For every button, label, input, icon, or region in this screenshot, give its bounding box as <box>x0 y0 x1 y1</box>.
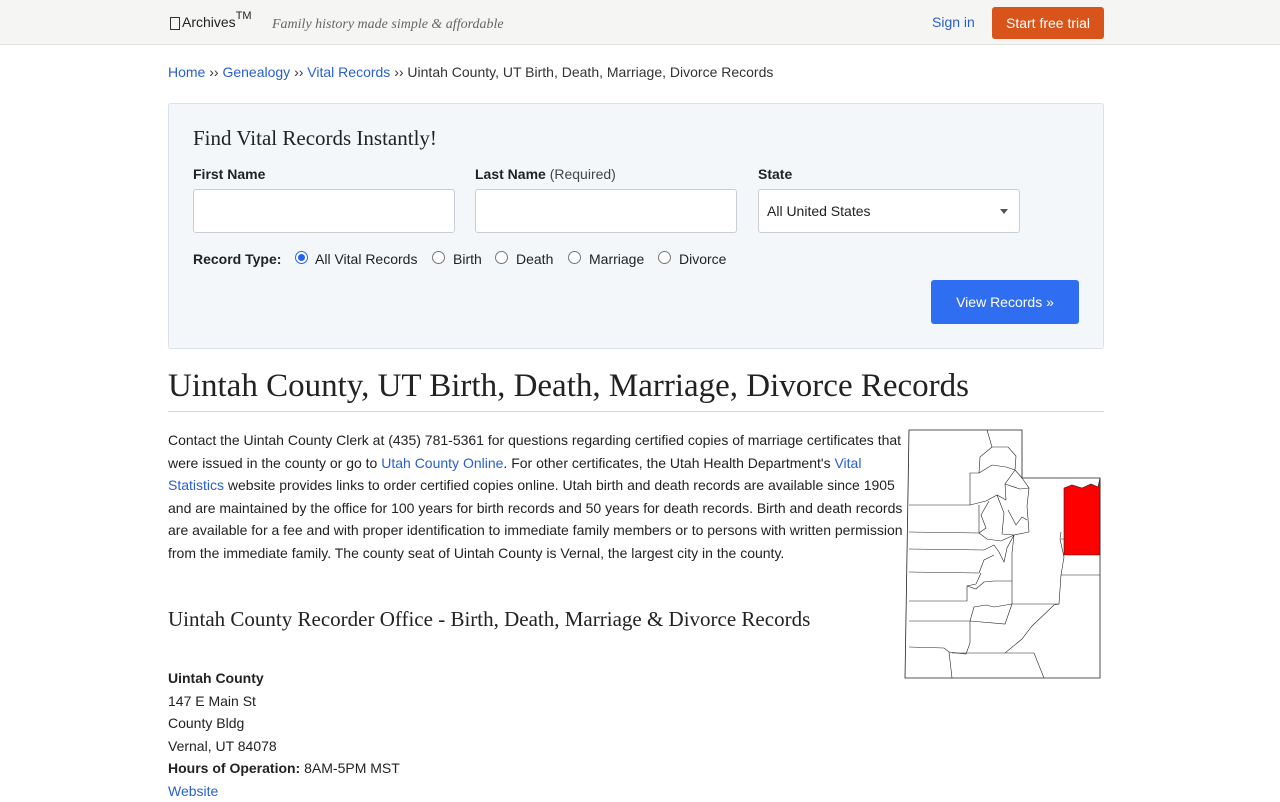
office-name: Uintah County <box>168 670 264 686</box>
office-hours: Hours of Operation: 8AM-5PM MST <box>168 757 400 780</box>
breadcrumb-separator: ›› <box>394 64 404 80</box>
hours-label: Hours of Operation: <box>168 760 301 776</box>
radio-marriage[interactable] <box>568 251 581 264</box>
logo-icon <box>170 17 180 30</box>
breadcrumb: Home ›› Genealogy ›› Vital Records ›› Ui… <box>168 64 773 80</box>
hours-value: 8AM-5PM MST <box>304 760 400 776</box>
office-address-line-2: County Bldg <box>168 715 245 731</box>
required-note: (Required) <box>549 166 616 182</box>
radio-label-all-vital-records[interactable]: All Vital Records <box>315 251 417 267</box>
site-tagline: Family history made simple & affordable <box>272 17 504 32</box>
recorder-office-heading: Uintah County Recorder Office - Birth, D… <box>168 607 811 631</box>
utah-county-map <box>904 429 1101 679</box>
view-records-button[interactable]: View Records » <box>931 280 1079 324</box>
title-divider <box>168 411 1104 412</box>
radio-death[interactable] <box>495 251 508 264</box>
logo-text: Archives <box>182 14 236 30</box>
office-address-line-1: 147 E Main St <box>168 692 256 709</box>
last-name-label: Last Name (Required) <box>475 166 616 182</box>
breadcrumb-vital-records-link[interactable]: Vital Records <box>307 64 390 80</box>
radio-label-divorce[interactable]: Divorce <box>679 251 726 267</box>
radio-label-birth[interactable]: Birth <box>453 251 482 267</box>
sign-in-link[interactable]: Sign in <box>932 14 975 30</box>
first-name-label: First Name <box>193 166 266 182</box>
breadcrumb-separator: ›› <box>294 64 304 80</box>
breadcrumb-genealogy-link[interactable]: Genealogy <box>222 64 290 80</box>
last-name-input[interactable] <box>475 189 737 233</box>
breadcrumb-home-link[interactable]: Home <box>168 64 205 80</box>
chevron-down-icon <box>1000 209 1008 214</box>
first-name-input[interactable] <box>193 189 455 233</box>
radio-divorce[interactable] <box>658 251 671 264</box>
intro-paragraph: Contact the Uintah County Clerk at (435)… <box>168 432 903 561</box>
state-select[interactable]: All United States <box>758 189 1020 233</box>
radio-label-death[interactable]: Death <box>516 251 553 267</box>
state-label: State <box>758 166 793 182</box>
uintah-county-highlight <box>1063 477 1101 556</box>
radio-all-vital-records[interactable] <box>295 251 308 264</box>
office-website-link[interactable]: Website <box>168 783 218 799</box>
office-address-block: Uintah County 147 E Main St County Bldg … <box>168 667 400 802</box>
office-city-state-zip: Vernal, UT 84078 <box>168 737 277 754</box>
state-select-value: All United States <box>767 203 871 219</box>
radio-label-marriage[interactable]: Marriage <box>589 251 644 267</box>
site-logo[interactable]: Archives TM <box>170 10 252 30</box>
vital-records-search-panel: Find Vital Records Instantly! First Name… <box>168 103 1104 349</box>
logo-trademark: TM <box>235 10 252 22</box>
record-type-label: Record Type: <box>193 251 282 267</box>
breadcrumb-separator: ›› <box>209 64 219 80</box>
breadcrumb-current: Uintah County, UT Birth, Death, Marriage… <box>407 64 774 80</box>
top-navigation-bar: Archives TM Family history made simple & … <box>0 0 1280 45</box>
radio-birth[interactable] <box>432 251 445 264</box>
search-panel-title: Find Vital Records Instantly! <box>193 126 437 150</box>
start-free-trial-button[interactable]: Start free trial <box>992 7 1104 39</box>
page-title: Uintah County, UT Birth, Death, Marriage… <box>168 368 969 404</box>
utah-county-online-link[interactable]: Utah County Online <box>381 455 503 471</box>
